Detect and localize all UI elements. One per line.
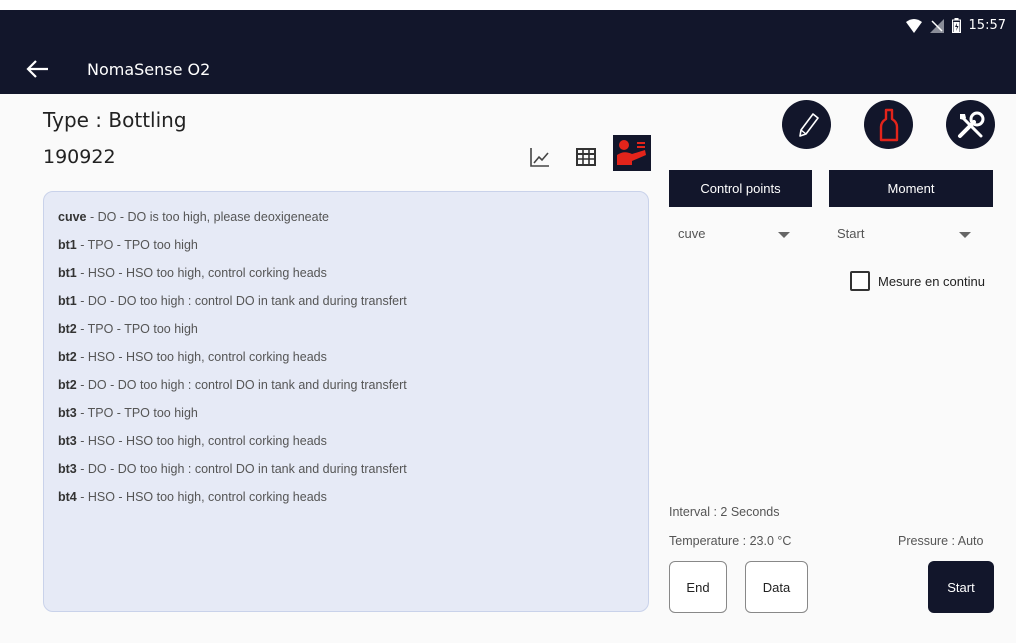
message-point: bt3 xyxy=(58,462,77,476)
chevron-down-icon xyxy=(778,232,790,238)
message-text: - TPO - TPO too high xyxy=(76,238,198,252)
interval-text: Interval : 2 Seconds xyxy=(669,505,780,519)
control-points-button[interactable]: Control points xyxy=(669,170,812,207)
status-time: 15:57 xyxy=(968,18,1006,33)
pressure-text: Pressure : Auto xyxy=(898,534,984,548)
measurement-code: 190922 xyxy=(43,146,116,168)
tools-icon xyxy=(957,111,984,138)
message-point: bt2 xyxy=(58,350,77,364)
message-row: bt4 - HSO - HSO too high, control corkin… xyxy=(58,490,327,504)
type-label: Type : Bottling xyxy=(43,108,187,132)
message-point: bt1 xyxy=(58,294,77,308)
message-point: bt3 xyxy=(58,434,77,448)
battery-icon xyxy=(951,18,961,33)
bottle-button[interactable] xyxy=(864,100,913,149)
moment-value: Start xyxy=(837,226,865,241)
continuous-measure-label: Mesure en continu xyxy=(878,273,985,289)
data-button[interactable]: Data xyxy=(745,561,808,613)
message-point: bt1 xyxy=(58,238,77,252)
wifi-icon xyxy=(905,18,922,33)
message-point: bt2 xyxy=(58,322,77,336)
message-text: - HSO - HSO too high, control corking he… xyxy=(76,434,327,448)
message-text: - DO - DO too high : control DO in tank … xyxy=(76,462,407,476)
message-text: - HSO - HSO too high, control corking he… xyxy=(76,490,327,504)
message-text: - TPO - TPO too high xyxy=(76,322,198,336)
message-point: bt2 xyxy=(58,378,77,392)
continuous-measure-option: Mesure en continu xyxy=(850,271,985,291)
message-text: - HSO - HSO too high, control corking he… xyxy=(76,350,327,364)
message-row: bt3 - TPO - TPO too high xyxy=(58,406,198,420)
end-button[interactable]: End xyxy=(669,561,727,613)
message-text: - HSO - HSO too high, control corking he… xyxy=(76,266,327,280)
table-icon[interactable] xyxy=(574,145,598,169)
status-bar: 15:57 xyxy=(905,18,1006,33)
message-row: bt2 - DO - DO too high : control DO in t… xyxy=(58,378,407,392)
chevron-down-icon xyxy=(959,232,971,238)
message-row: bt1 - HSO - HSO too high, control corkin… xyxy=(58,266,327,280)
message-row: bt3 - DO - DO too high : control DO in t… xyxy=(58,462,407,476)
message-row: bt2 - HSO - HSO too high, control corkin… xyxy=(58,350,327,364)
message-point: cuve xyxy=(58,210,87,224)
app-bar: 15:57 NomaSense O2 xyxy=(0,10,1016,94)
message-row: bt1 - DO - DO too high : control DO in t… xyxy=(58,294,407,308)
arrow-left-icon[interactable] xyxy=(24,54,54,84)
message-row: bt3 - HSO - HSO too high, control corkin… xyxy=(58,434,327,448)
message-point: bt4 xyxy=(58,490,77,504)
start-button[interactable]: Start xyxy=(928,561,994,613)
control-point-value: cuve xyxy=(678,226,706,241)
message-text: - TPO - TPO too high xyxy=(76,406,198,420)
message-point: bt3 xyxy=(58,406,77,420)
message-point: bt1 xyxy=(58,266,77,280)
message-text: - DO - DO too high : control DO in tank … xyxy=(76,378,407,392)
alert-list-icon[interactable] xyxy=(613,135,651,171)
chart-icon[interactable] xyxy=(528,145,552,169)
message-row: bt1 - TPO - TPO too high xyxy=(58,238,198,252)
pencil-icon xyxy=(798,112,819,137)
no-signal-icon xyxy=(929,18,944,33)
messages-panel: cuve - DO - DO is too high, please deoxi… xyxy=(43,191,649,612)
message-row: cuve - DO - DO is too high, please deoxi… xyxy=(58,210,329,224)
message-text: - DO - DO too high : control DO in tank … xyxy=(76,294,407,308)
top-margin xyxy=(0,0,1016,10)
bottle-icon xyxy=(879,108,898,141)
control-point-select[interactable]: cuve xyxy=(678,226,790,246)
moment-select[interactable]: Start xyxy=(837,226,971,246)
temperature-text: Temperature : 23.0 °C xyxy=(669,534,792,548)
pencil-button[interactable] xyxy=(782,100,831,149)
app-title: NomaSense O2 xyxy=(87,60,211,79)
message-row: bt2 - TPO - TPO too high xyxy=(58,322,198,336)
message-text: - DO - DO is too high, please deoxigenea… xyxy=(86,210,329,224)
continuous-measure-checkbox[interactable] xyxy=(850,271,870,291)
moment-button[interactable]: Moment xyxy=(829,170,993,207)
tools-button[interactable] xyxy=(946,100,995,149)
